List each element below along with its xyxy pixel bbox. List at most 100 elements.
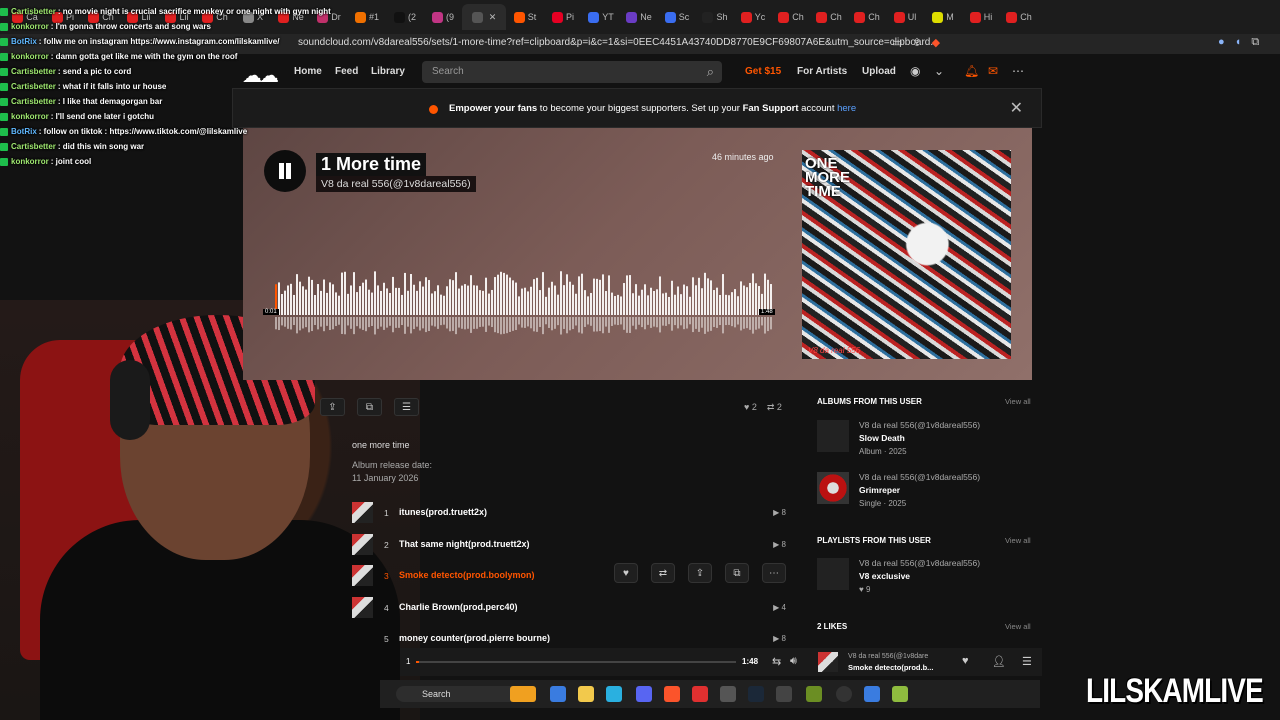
track-row[interactable]: 4 Charlie Brown(prod.perc40) ▶ 4 — [352, 595, 790, 627]
shuffle-icon[interactable]: ⇆ — [772, 655, 781, 668]
browser-tab[interactable]: (9 — [424, 4, 462, 30]
browser-tab[interactable]: Ch — [848, 4, 886, 30]
now-playing-title[interactable]: Smoke detecto(prod.b... — [848, 663, 933, 672]
waveform-bar — [359, 286, 361, 315]
track-title[interactable]: itunes(prod.truett2x) — [399, 507, 487, 517]
waveform-bar — [566, 274, 568, 315]
track-row[interactable]: 3 Smoke detecto(prod.boolymon) ♥ ⇄ ⇪ ⧉ ⋯ — [352, 563, 790, 595]
browser-tab[interactable]: ✕ — [462, 4, 506, 30]
cast-icon[interactable]: ▭ — [892, 36, 902, 49]
4k-icon[interactable] — [836, 686, 852, 702]
likes-count[interactable]: ♥ 2 — [744, 402, 757, 413]
bell-icon[interactable]: 🔔︎ — [964, 64, 979, 78]
playlists-view-all[interactable]: View all — [1005, 536, 1031, 545]
browser-tab[interactable]: Pi — [544, 4, 582, 30]
browser-tab[interactable]: Sh — [696, 4, 734, 30]
browser-tab[interactable]: Ch — [772, 4, 810, 30]
banner-link[interactable]: here — [837, 103, 856, 114]
like-icon[interactable]: ♥ — [962, 655, 969, 667]
share-button[interactable]: ⇪ — [320, 398, 345, 416]
notes-icon[interactable] — [864, 686, 880, 702]
album-title[interactable]: Slow Death — [859, 433, 905, 443]
track-title[interactable]: That same night(prod.truett2x) — [399, 539, 530, 549]
queue-icon[interactable]: ☰ — [1022, 655, 1032, 668]
add-to-queue-button[interactable]: ☰ — [394, 398, 419, 416]
browser-tab[interactable]: Ne — [620, 4, 658, 30]
like-button[interactable]: ♥ — [614, 563, 638, 583]
url-text[interactable]: soundcloud.com/v8dareal556/sets/1-more-t… — [298, 37, 939, 48]
search-icon[interactable]: ⌕ — [707, 64, 714, 80]
avatar[interactable]: ◉ — [910, 64, 920, 78]
share-button[interactable]: ⇪ — [688, 563, 712, 583]
more-icon[interactable]: ⋯ — [1012, 64, 1024, 78]
waveform-reflection — [440, 317, 442, 326]
albums-view-all[interactable]: View all — [1005, 397, 1031, 406]
sound-icon[interactable]: ◖ — [1235, 36, 1242, 49]
browser-tab[interactable]: St — [506, 4, 544, 30]
waveform-bar — [440, 294, 442, 315]
brave-icon[interactable] — [664, 686, 680, 702]
minecraft-icon[interactable] — [892, 686, 908, 702]
browser-tab[interactable]: YT — [582, 4, 620, 30]
follow-icon[interactable]: 👤︎ — [992, 655, 1006, 668]
volume-icon[interactable]: 🔊︎ — [790, 655, 797, 668]
chevron-down-icon[interactable]: ⌄ — [934, 64, 944, 78]
waveform-reflection — [743, 317, 745, 329]
track-title[interactable]: money counter(prod.pierre bourne) — [399, 633, 550, 643]
more-button[interactable]: ⋯ — [762, 563, 786, 583]
wallet-icon[interactable]: ● — [1218, 36, 1225, 49]
playlist-item[interactable]: V8 da real 556(@1v8dareal556) V8 exclusi… — [817, 558, 1032, 600]
nav-for-artists[interactable]: For Artists — [797, 66, 847, 77]
track-title[interactable]: Charlie Brown(prod.perc40) — [399, 602, 518, 612]
browser-tab[interactable]: M — [924, 4, 962, 30]
browser-tab[interactable]: Ch — [1000, 4, 1038, 30]
player-progress[interactable] — [416, 661, 736, 663]
app-icon[interactable] — [776, 686, 792, 702]
track-row[interactable]: 1 itunes(prod.truett2x) ▶ 8 — [352, 500, 790, 532]
album-title[interactable]: Grimreper — [859, 485, 900, 495]
brave-browser-icon[interactable] — [692, 686, 708, 702]
waveform-bar — [638, 295, 640, 315]
browser-tab[interactable]: (2 — [386, 4, 424, 30]
get-offer-link[interactable]: Get $15 — [745, 66, 781, 77]
tab-close-icon[interactable]: ✕ — [489, 12, 497, 23]
share-icon[interactable]: ⇪ — [912, 36, 921, 49]
chrome-icon[interactable] — [720, 686, 736, 702]
search-input[interactable]: Search ⌕ — [422, 61, 722, 83]
likes-view-all[interactable]: View all — [1005, 622, 1031, 631]
extensions-icon[interactable]: ⧉ — [1251, 36, 1259, 49]
waveform-reflection — [422, 317, 424, 329]
reposts-count[interactable]: ⇄ 2 — [767, 402, 782, 413]
playlist-title[interactable]: V8 exclusive — [859, 571, 910, 581]
browser-tab[interactable]: #1 — [348, 4, 386, 30]
copy-link-button[interactable]: ⧉ — [725, 563, 749, 583]
browser-tab[interactable]: Hi — [962, 4, 1000, 30]
file-explorer-icon[interactable] — [578, 686, 594, 702]
game-icon[interactable] — [806, 686, 822, 702]
close-icon[interactable]: ✕ — [1010, 98, 1023, 118]
track-row[interactable]: 2 That same night(prod.truett2x) ▶ 8 — [352, 532, 790, 564]
steam-icon[interactable] — [748, 686, 764, 702]
browser-tab[interactable]: Sc — [658, 4, 696, 30]
track-artist[interactable]: V8 da real 556(@1v8dareal556) — [316, 176, 476, 192]
now-playing-artist[interactable]: V8 da real 556(@1v8dare — [848, 653, 928, 660]
nav-upload[interactable]: Upload — [862, 66, 896, 77]
waveform-reflection — [614, 317, 616, 325]
copilot-icon[interactable] — [550, 686, 566, 702]
browser-tab[interactable]: Yc — [734, 4, 772, 30]
track-title[interactable]: Smoke detecto(prod.boolymon) — [399, 570, 535, 580]
copy-link-button[interactable]: ⧉ — [357, 398, 382, 416]
brave-shield-icon[interactable]: ◆ — [932, 36, 940, 49]
browser-tab[interactable]: Ch — [810, 4, 848, 30]
nav-library[interactable]: Library — [371, 66, 405, 77]
waveform[interactable] — [275, 271, 775, 337]
nav-feed[interactable]: Feed — [335, 66, 358, 77]
store-icon[interactable] — [606, 686, 622, 702]
album-item[interactable]: V8 da real 556(@1v8dareal556) Slow Death… — [817, 420, 1032, 462]
discord-icon[interactable] — [636, 686, 652, 702]
widget-icon[interactable] — [510, 686, 536, 702]
album-item[interactable]: V8 da real 556(@1v8dareal556) Grimreper … — [817, 472, 1032, 514]
mail-icon[interactable]: ✉ — [988, 64, 998, 78]
repost-button[interactable]: ⇄ — [651, 563, 675, 583]
browser-tab[interactable]: Ul — [886, 4, 924, 30]
